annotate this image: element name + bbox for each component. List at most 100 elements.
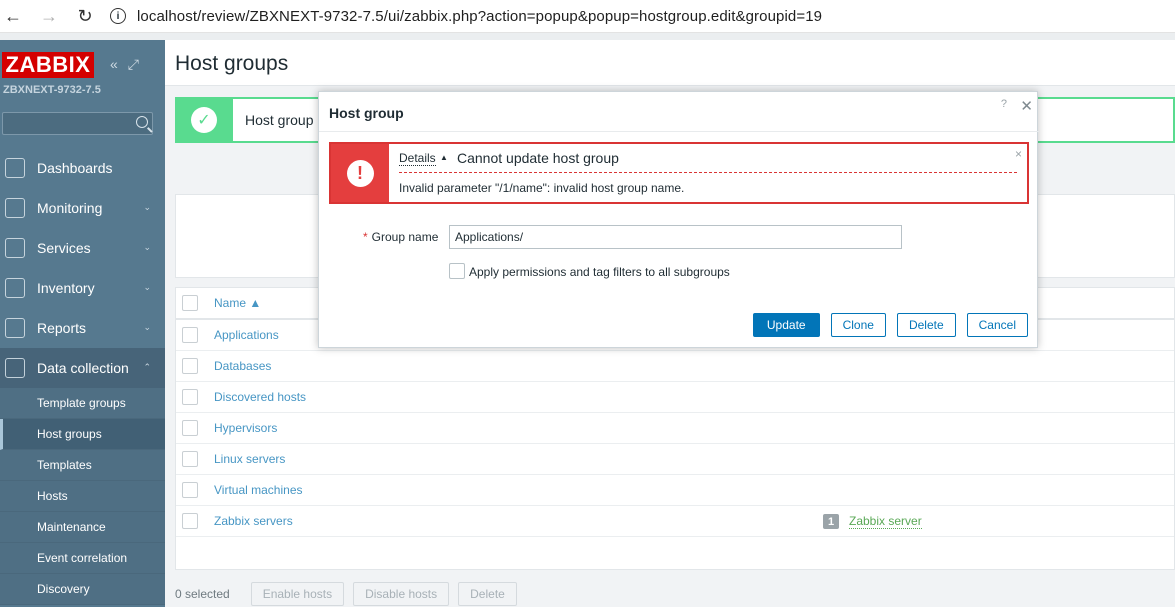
sidebar: ZABBIX « ⤢ ZBXNEXT-9732-7.5 Dashboards M… xyxy=(0,40,165,607)
menu-item-monitoring[interactable]: Monitoring ⌄ xyxy=(0,188,165,228)
group-name-label-text: Group name xyxy=(371,230,439,244)
row-checkbox[interactable] xyxy=(182,451,198,467)
row-checkbox[interactable] xyxy=(182,389,198,405)
group-name-link[interactable]: Discovered hosts xyxy=(214,390,306,404)
dialog-header: Host group ? ✕ xyxy=(319,92,1039,132)
menu-item-reports[interactable]: Reports ⌄ xyxy=(0,308,165,348)
host-link[interactable]: Zabbix server xyxy=(849,514,922,529)
table-row: Linux servers xyxy=(176,444,1174,475)
chevron-up-icon: ⌃ xyxy=(143,362,151,372)
row-checkbox[interactable] xyxy=(182,327,198,343)
menu-item-services[interactable]: Services ⌄ xyxy=(0,228,165,268)
menu-item-inventory[interactable]: Inventory ⌄ xyxy=(0,268,165,308)
group-name-link[interactable]: Applications xyxy=(214,328,279,342)
search-icon[interactable] xyxy=(136,116,148,128)
check-icon: ✓ xyxy=(191,107,217,133)
dialog-footer: Update Clone Delete Cancel xyxy=(752,313,1028,337)
chevron-down-icon: ⌄ xyxy=(143,322,151,332)
row-checkbox[interactable] xyxy=(182,358,198,374)
submenu-item-maintenance[interactable]: Maintenance xyxy=(0,512,165,543)
monitoring-icon xyxy=(5,198,25,218)
help-icon[interactable]: ? xyxy=(1001,98,1007,110)
main-menu: Dashboards Monitoring ⌄ Services ⌄ Inven… xyxy=(0,148,165,605)
name-column-header[interactable]: Name ▲ xyxy=(214,296,261,310)
back-arrow-icon[interactable]: ← xyxy=(0,3,26,29)
reports-icon xyxy=(5,318,25,338)
submenu-item-template-groups[interactable]: Template groups xyxy=(0,388,165,419)
enable-hosts-button[interactable]: Enable hosts xyxy=(250,581,345,606)
menu-item-label: Monitoring xyxy=(37,200,103,216)
submenu-item-discovery[interactable]: Discovery xyxy=(0,574,165,605)
collapse-sidebar-icon[interactable]: « xyxy=(110,56,118,73)
host-count-badge: 1 xyxy=(823,514,839,529)
data-collection-submenu: Template groups Host groups Templates Ho… xyxy=(0,388,165,605)
cancel-button[interactable]: Cancel xyxy=(966,313,1028,337)
dashboards-icon xyxy=(5,158,25,178)
close-icon[interactable]: ✕ xyxy=(1020,97,1033,115)
group-name-link[interactable]: Databases xyxy=(214,359,271,373)
row-checkbox[interactable] xyxy=(182,513,198,529)
menu-item-label: Inventory xyxy=(37,280,95,296)
disable-hosts-button[interactable]: Disable hosts xyxy=(353,581,450,606)
chevron-down-icon: ⌄ xyxy=(143,242,151,252)
update-button[interactable]: Update xyxy=(752,313,820,337)
table-row: Hypervisors xyxy=(176,413,1174,444)
kiosk-mode-icon[interactable]: ⤢ xyxy=(128,56,139,73)
dismiss-error-icon[interactable]: × xyxy=(1015,147,1022,161)
success-text: Host group xyxy=(245,112,314,128)
group-name-link[interactable]: Hypervisors xyxy=(214,421,277,435)
sidebar-search-input[interactable] xyxy=(2,112,153,135)
browser-toolbar: ← → ↻ i localhost/review/ZBXNEXT-9732-7.… xyxy=(0,0,1175,33)
menu-item-dashboards[interactable]: Dashboards xyxy=(0,148,165,188)
chevron-down-icon: ⌄ xyxy=(143,282,151,292)
success-badge: ✓ xyxy=(175,98,233,142)
clone-button[interactable]: Clone xyxy=(830,313,886,337)
reload-icon[interactable]: ↻ xyxy=(72,3,98,29)
submenu-item-host-groups[interactable]: Host groups xyxy=(0,419,165,450)
select-all-checkbox[interactable] xyxy=(182,295,198,311)
mass-action-bar: 0 selected Enable hosts Disable hosts De… xyxy=(175,580,517,607)
submenu-item-hosts[interactable]: Hosts xyxy=(0,481,165,512)
chevron-down-icon: ⌄ xyxy=(143,202,151,212)
group-name-input[interactable] xyxy=(449,225,902,249)
row-checkbox[interactable] xyxy=(182,420,198,436)
error-detail: Invalid parameter "/1/name": invalid hos… xyxy=(399,181,685,195)
apply-subgroups-label[interactable]: Apply permissions and tag filters to all… xyxy=(469,265,730,279)
delete-button[interactable]: Delete xyxy=(458,581,517,606)
host-group-dialog: Host group ? ✕ ! Details ▲ Cannot update… xyxy=(318,91,1039,348)
submenu-item-templates[interactable]: Templates xyxy=(0,450,165,481)
menu-item-label: Reports xyxy=(37,320,87,336)
zabbix-logo[interactable]: ZABBIX xyxy=(2,52,94,78)
menu-item-label: Data collection xyxy=(37,360,129,376)
submenu-item-event-correlation[interactable]: Event correlation xyxy=(0,543,165,574)
alert-icon: ! xyxy=(346,159,374,187)
page-header: Host groups xyxy=(165,40,1175,86)
menu-item-label: Dashboards xyxy=(37,160,113,176)
server-name: ZBXNEXT-9732-7.5 xyxy=(3,84,101,96)
delete-group-button[interactable]: Delete xyxy=(896,313,956,337)
group-name-link[interactable]: Virtual machines xyxy=(214,483,303,497)
table-row: Zabbix servers 1 Zabbix server xyxy=(176,506,1174,537)
dialog-title: Host group xyxy=(329,105,404,121)
row-checkbox[interactable] xyxy=(182,482,198,498)
page-title: Host groups xyxy=(175,52,289,75)
details-arrow-icon[interactable]: ▲ xyxy=(440,153,448,162)
address-bar[interactable]: localhost/review/ZBXNEXT-9732-7.5/ui/zab… xyxy=(137,8,822,25)
menu-item-data-collection[interactable]: Data collection ⌃ xyxy=(0,348,165,388)
group-name-link[interactable]: Zabbix servers xyxy=(214,514,293,528)
table-row: Databases xyxy=(176,351,1174,382)
error-title: Cannot update host group xyxy=(457,150,619,166)
inventory-icon xyxy=(5,278,25,298)
error-separator xyxy=(399,172,1017,173)
data-collection-icon xyxy=(5,358,25,378)
required-mark: * xyxy=(363,230,368,244)
table-row: Discovered hosts xyxy=(176,382,1174,413)
apply-subgroups-checkbox[interactable] xyxy=(449,263,465,279)
details-toggle[interactable]: Details xyxy=(399,151,436,166)
table-row: Virtual machines xyxy=(176,475,1174,506)
group-name-link[interactable]: Linux servers xyxy=(214,452,285,466)
error-message: ! Details ▲ Cannot update host group Inv… xyxy=(329,142,1029,204)
forward-arrow-icon[interactable]: → xyxy=(36,3,62,29)
services-icon xyxy=(5,238,25,258)
site-info-icon[interactable]: i xyxy=(110,8,126,24)
